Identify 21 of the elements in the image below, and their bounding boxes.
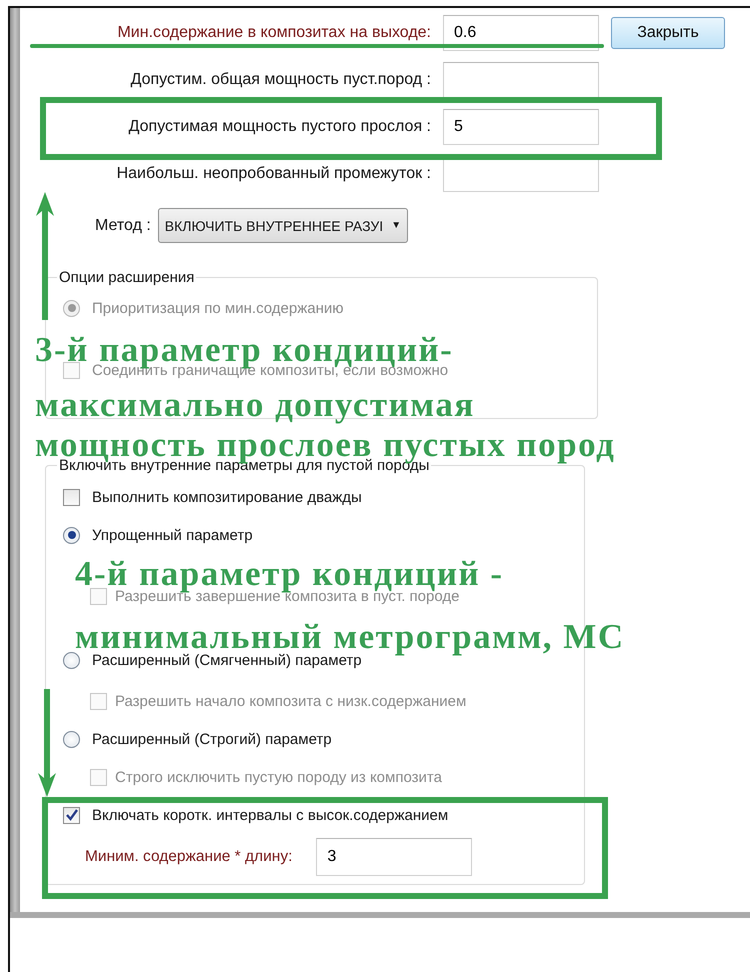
- field-label: Мин.содержание в композитах на выходе:: [116, 24, 431, 42]
- checkbox-label: Выполнить композитирование дважды: [92, 488, 362, 506]
- input-field[interactable]: 3: [316, 838, 472, 876]
- field-label: Наибольш. неопробованный промежуток :: [116, 165, 431, 183]
- checkbox-label: Включать коротк. интервалы с высок.содержанием: [92, 806, 448, 824]
- method-label: Метод :: [95, 216, 151, 234]
- checkbox-label: Строго исключить пустую породу из композита: [115, 768, 442, 786]
- radio-label: Расширенный (Смягченный) параметр: [92, 652, 362, 668]
- field-label: Миним. содержание * длину:: [85, 848, 292, 866]
- field-label: Допустим. общая мощность пуст.пород :: [130, 71, 431, 89]
- radio-label: Расширенный (Строгий) параметр: [92, 730, 332, 748]
- checkbox-label: Разрешить начало композита с низк.содержанием: [115, 692, 466, 710]
- input-field[interactable]: 5: [443, 109, 599, 145]
- method-dropdown[interactable]: ВКЛЮЧИТЬ ВНУТРЕННЕЕ РАЗУI ▼: [158, 208, 408, 243]
- group-title: Опции расширения: [58, 269, 196, 286]
- radio-label: Приоритизация по мин.содержанию: [92, 300, 344, 316]
- field-label: Допустимая мощность пустого прослоя :: [128, 118, 431, 136]
- annotation-text: максимально допустимая: [35, 388, 475, 422]
- annotation-text: минимальный метрограмм, МС: [75, 620, 625, 654]
- radio-label: Упрощенный параметр: [92, 526, 253, 544]
- close-button[interactable]: Закрыть: [611, 17, 725, 49]
